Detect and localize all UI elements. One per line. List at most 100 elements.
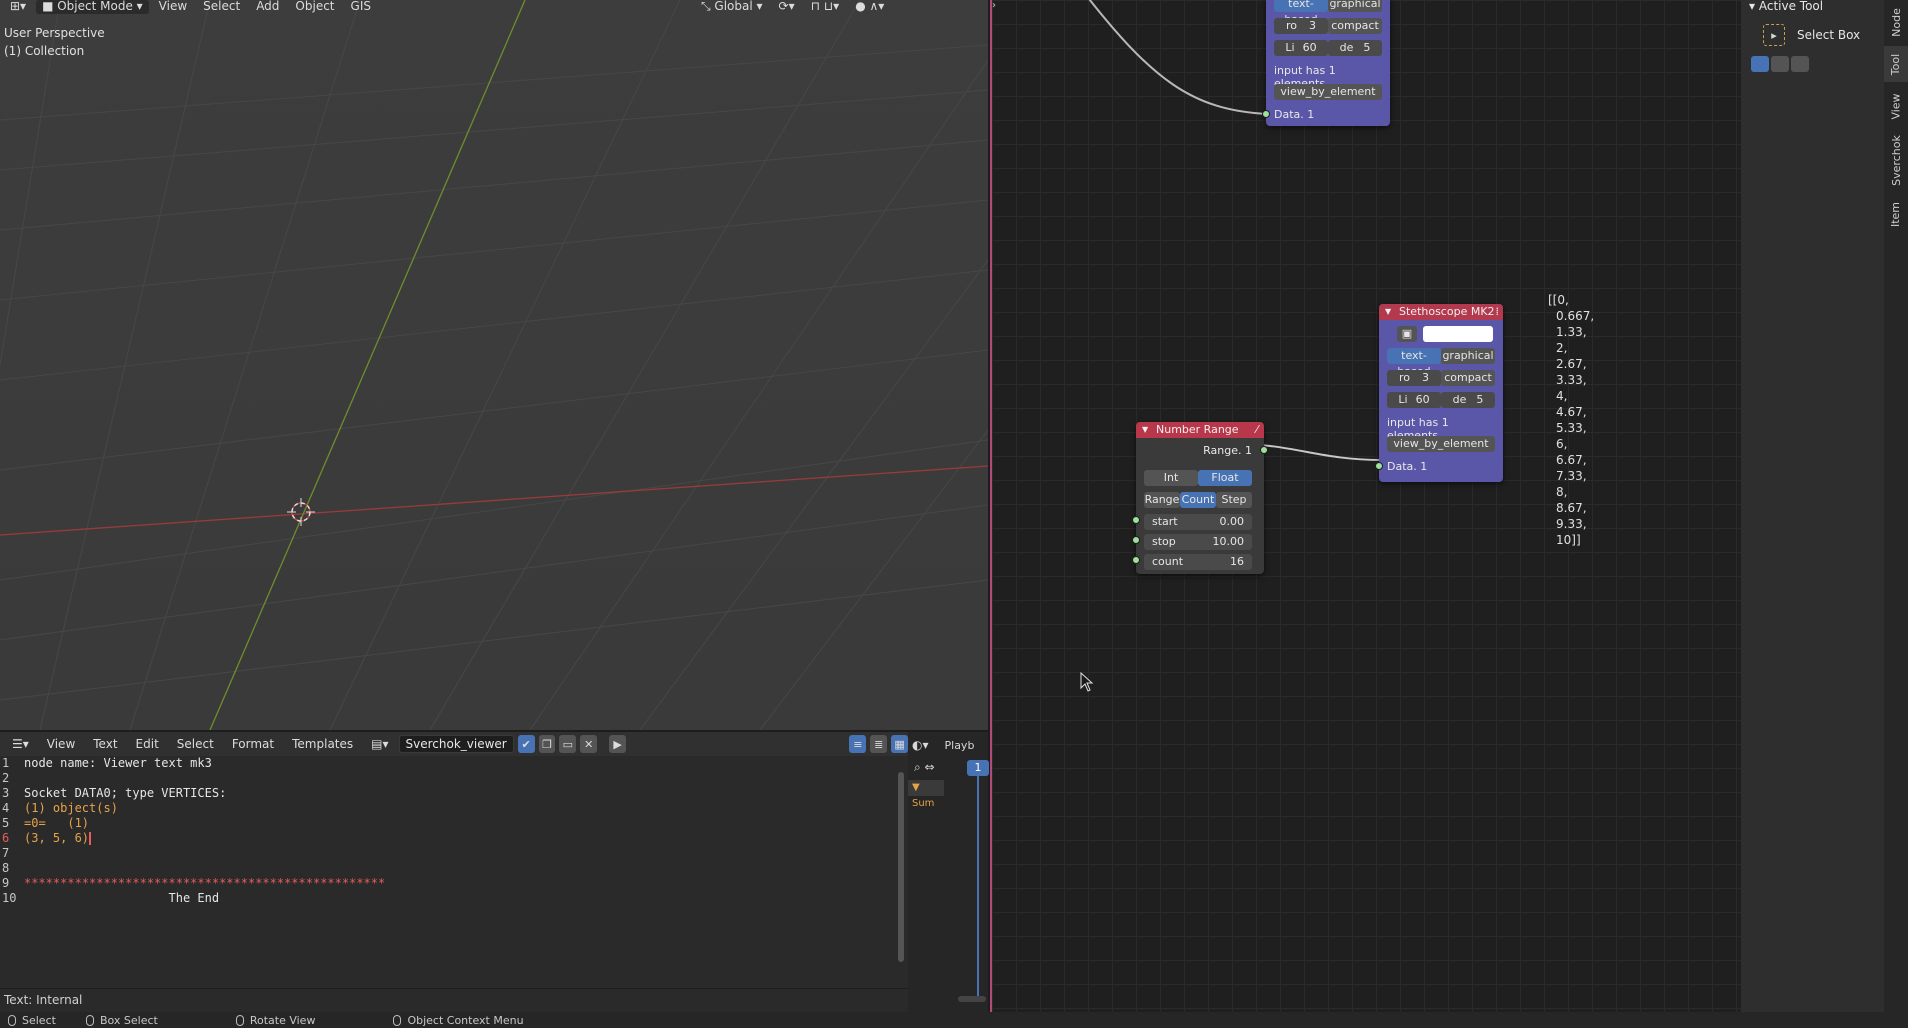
mode-subtract-icon[interactable] (1791, 56, 1809, 72)
count-field[interactable]: count 16 (1144, 554, 1252, 570)
float-toggle[interactable]: Float (1198, 470, 1252, 486)
li-field[interactable]: Li 60 (1274, 40, 1328, 56)
line-text: node name: Viewer text mk3 (24, 756, 212, 770)
mode-extend-icon[interactable] (1771, 56, 1789, 72)
tab-view[interactable]: View (1884, 86, 1908, 126)
start-field[interactable]: start 0.00 (1144, 514, 1252, 530)
editor-type-icon[interactable]: ⊞▾ (4, 0, 32, 14)
open-text-icon[interactable]: ▭ (559, 735, 577, 753)
stop-input-socket[interactable] (1132, 536, 1140, 544)
code-area[interactable]: 1 node name: Viewer text mk3 2 3 Socket DA… (0, 756, 898, 988)
view-menu[interactable]: View (153, 0, 193, 14)
text-based-toggle[interactable]: text-based (1387, 348, 1441, 378)
int-toggle[interactable]: Int (1144, 470, 1198, 486)
text-name-field[interactable]: Sverchok_viewer (398, 735, 514, 753)
orientation-dropdown[interactable]: ⤡ Global ▾ (695, 0, 769, 14)
timeline-search-icon[interactable]: ⌕ ⇔ (914, 760, 935, 775)
current-frame-indicator[interactable]: 1 (967, 760, 989, 776)
editor-type-icon[interactable]: ☰▾ (4, 737, 37, 751)
syntax-highlight-toggle-icon[interactable]: ▦ (891, 735, 909, 753)
word-wrap-toggle-icon[interactable]: ≣ (870, 735, 888, 753)
collapse-arrow-icon[interactable]: ▼ (1142, 422, 1148, 438)
add-menu[interactable]: Add (250, 0, 285, 14)
count-mode-toggle[interactable]: Count (1180, 492, 1216, 508)
range-mode-toggle[interactable]: Range (1144, 492, 1180, 508)
run-script-icon[interactable]: ▶ (609, 735, 627, 753)
ro-field[interactable]: ro 3 (1387, 370, 1441, 386)
tab-tool[interactable]: Tool (1884, 46, 1908, 82)
view-by-element-button[interactable]: view_by_element (1387, 436, 1495, 452)
color-picker-icon[interactable]: ▣ (1397, 326, 1417, 342)
text-based-toggle[interactable]: text-based (1274, 0, 1328, 26)
graphical-toggle[interactable]: graphical (1441, 348, 1495, 364)
color-swatch[interactable] (1423, 326, 1493, 342)
tab-item[interactable]: Item (1884, 194, 1908, 234)
gis-menu[interactable]: GIS (345, 0, 377, 14)
ro-value: 3 (1309, 19, 1316, 32)
view-by-element-button[interactable]: view_by_element (1274, 84, 1382, 100)
te-text-menu[interactable]: Text (85, 737, 125, 751)
new-text-icon[interactable]: ❐ (538, 735, 556, 753)
stethoscope-header[interactable]: ▼ Stethoscope MK2 ⁞ (1379, 304, 1503, 320)
tab-sverchok[interactable]: Sverchok (1884, 130, 1908, 190)
stethoscope-node-top[interactable]: text-based graphical ro 3 compact Li 60 de… (1262, 0, 1390, 126)
object-menu[interactable]: Object (289, 0, 340, 14)
summary-row[interactable]: ▼ Sum (908, 780, 944, 809)
stethoscope-node[interactable]: ▼ Stethoscope MK2 ⁞ ▣ text-based graphic… (1375, 304, 1503, 482)
mode-dropdown[interactable]: ■ Object Mode ▾ (36, 0, 149, 14)
output-value: 1.33, (1556, 325, 1587, 339)
step-mode-toggle[interactable]: Step (1216, 492, 1252, 508)
mode-set-icon[interactable] (1751, 56, 1769, 72)
de-field[interactable]: de 5 (1328, 40, 1382, 56)
te-view-menu[interactable]: View (39, 737, 83, 751)
text-browse-icon[interactable]: ▤▾ (363, 737, 396, 751)
3d-viewport[interactable]: ⊞▾ ■ Object Mode ▾ View Select Add Objec… (0, 0, 988, 730)
text-scrollbar[interactable] (898, 772, 904, 962)
line-text: The End (24, 891, 220, 905)
line-numbers-toggle-icon[interactable]: ≡ (849, 735, 867, 753)
te-format-menu[interactable]: Format (224, 737, 282, 751)
playback-menu[interactable]: Playb (933, 739, 975, 752)
select-box-tool-icon[interactable]: ▸ (1763, 24, 1785, 46)
compact-button[interactable]: compact (1328, 18, 1382, 34)
te-select-menu[interactable]: Select (169, 737, 222, 751)
de-field[interactable]: de 5 (1441, 392, 1495, 408)
timeline-editor[interactable]: ◐▾ Playb ⌕ ⇔ ▼ Sum 1 (908, 732, 989, 1012)
output-value: 0.667, (1556, 309, 1595, 323)
status-context-menu: Object Context Menu (393, 1014, 524, 1027)
ro-field[interactable]: ro 3 (1274, 18, 1328, 34)
line-number: 2 (2, 771, 10, 785)
count-input-socket[interactable] (1132, 556, 1140, 564)
timeline-editor-type-icon[interactable]: ◐▾ (912, 738, 929, 752)
toggle-toolbar-arrow-icon[interactable]: › (992, 0, 996, 11)
collapse-arrow-icon[interactable]: ▼ (1385, 304, 1391, 320)
number-range-node[interactable]: ▼ Number Range ⁄ Range. 1 Int Float Rang… (1132, 422, 1268, 574)
node-menu-icon[interactable]: ⁞ (1496, 304, 1500, 320)
timeline-scrollbar[interactable] (958, 996, 986, 1002)
compact-button[interactable]: compact (1441, 370, 1495, 386)
number-range-header[interactable]: ▼ Number Range ⁄ (1136, 422, 1264, 438)
text-editor[interactable]: ☰▾ View Text Edit Select Format Template… (0, 732, 909, 1012)
node-editor[interactable]: text-based graphical ro 3 compact Li 60 de… (990, 0, 1741, 1012)
de-label: de (1339, 41, 1354, 54)
start-value: 0.00 (1219, 515, 1245, 528)
select-menu[interactable]: Select (197, 0, 246, 14)
pivot-icon[interactable]: ⟳▾ (773, 0, 801, 14)
active-tool-title: Active Tool (1758, 0, 1824, 13)
te-templates-menu[interactable]: Templates (284, 737, 361, 751)
data-input-socket[interactable] (1375, 462, 1383, 470)
fake-user-shield-icon[interactable]: ✔ (517, 735, 535, 753)
data-input-socket[interactable] (1262, 110, 1270, 118)
range-output-socket[interactable] (1260, 446, 1268, 454)
active-tool-panel-header[interactable]: ▾ Active Tool (1749, 0, 1823, 14)
snap-icon[interactable]: ⊓ ⊔▾ (805, 0, 846, 14)
proportional-edit-icon[interactable]: ● ∧▾ (849, 0, 890, 14)
graphical-toggle[interactable]: graphical (1328, 0, 1382, 12)
te-edit-menu[interactable]: Edit (128, 737, 167, 751)
tab-node[interactable]: Node (1884, 2, 1908, 42)
node-edit-icon[interactable]: ⁄ (1256, 422, 1258, 438)
start-input-socket[interactable] (1132, 516, 1140, 524)
li-field[interactable]: Li 60 (1387, 392, 1441, 408)
stop-field[interactable]: stop 10.00 (1144, 534, 1252, 550)
unlink-text-icon[interactable]: ✕ (580, 735, 598, 753)
